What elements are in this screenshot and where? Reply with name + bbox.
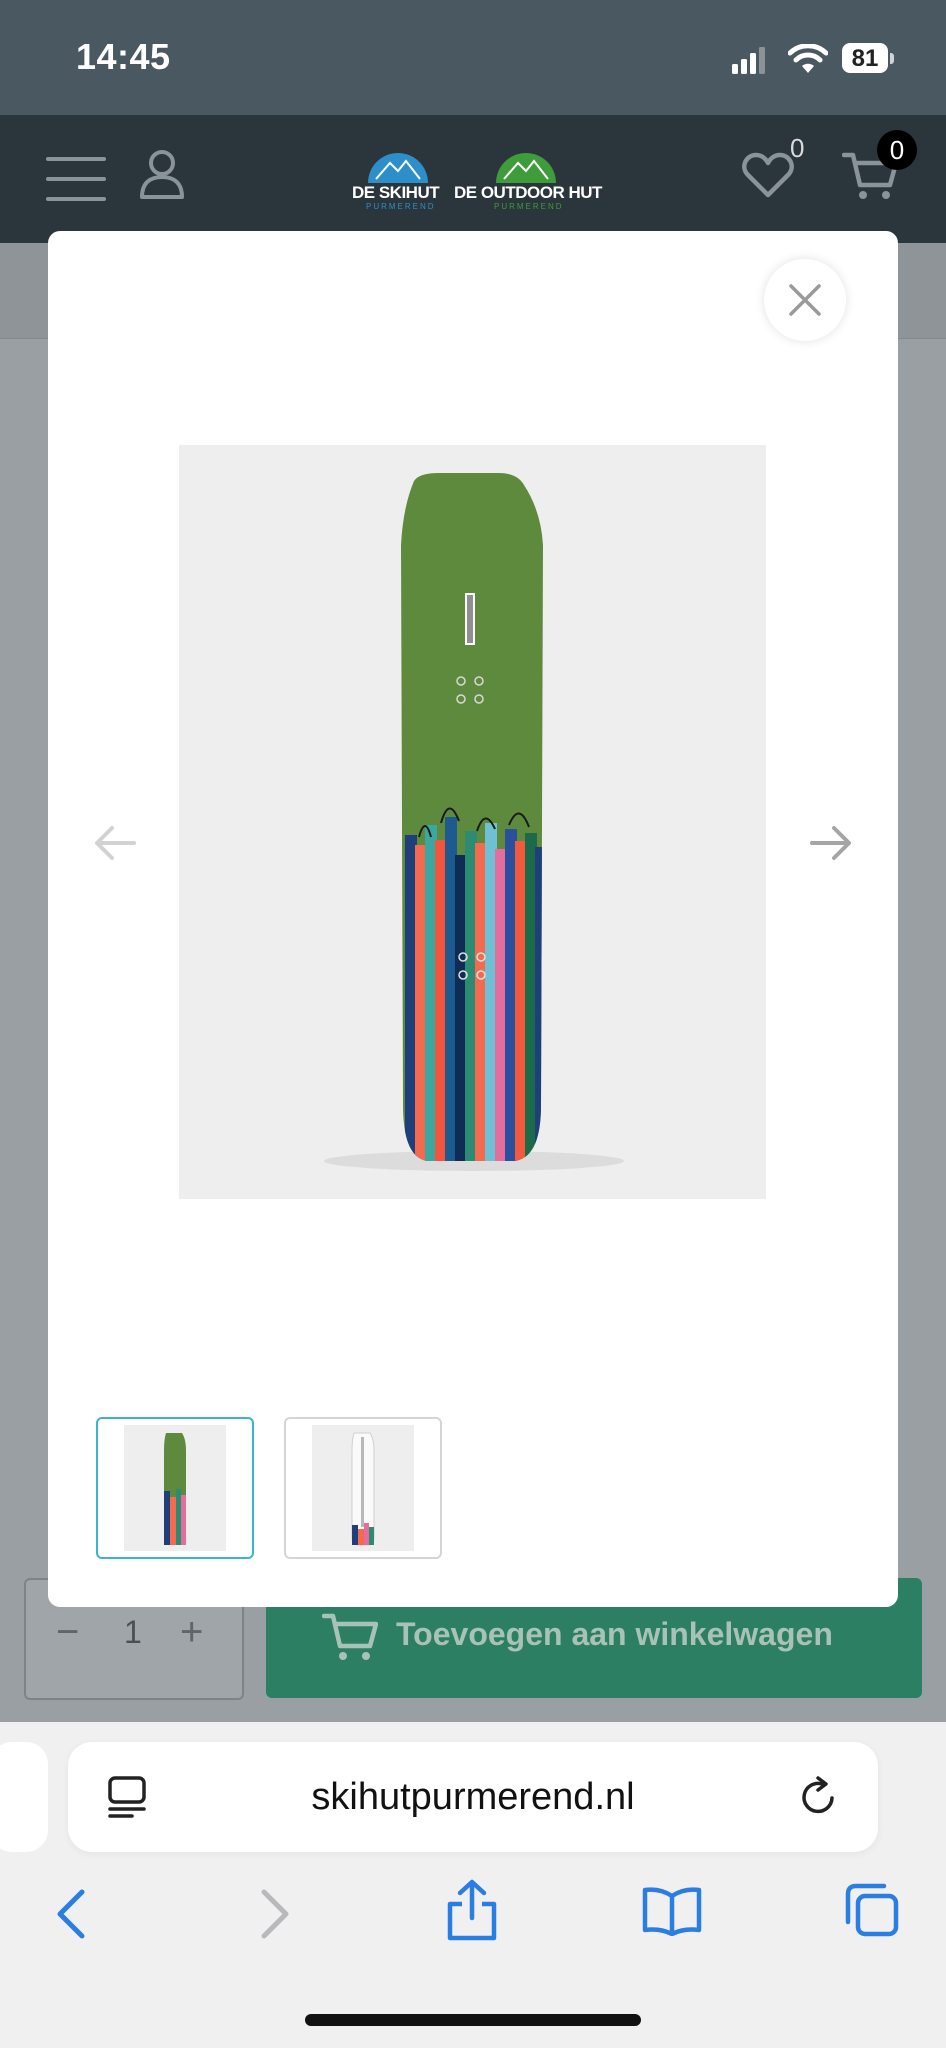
cellular-signal-icon [732, 47, 765, 74]
arrow-left-icon[interactable] [94, 825, 136, 861]
thumbnail-image [164, 1433, 186, 1545]
status-time: 14:45 [76, 36, 171, 77]
quantity-value[interactable]: 1 [124, 1614, 142, 1651]
tabs-icon[interactable] [844, 1882, 900, 1938]
browser-toolbar: skihutpurmerend.nl [0, 1722, 946, 2048]
share-icon[interactable] [446, 1878, 498, 1942]
reload-icon[interactable] [800, 1776, 840, 1818]
logo-de-skihut[interactable]: DE SKIHUT PURMEREND [350, 149, 446, 229]
wifi-icon [788, 44, 828, 73]
logo-skihut-sub: PURMEREND [366, 202, 436, 211]
hamburger-menu-icon[interactable] [46, 155, 106, 203]
previous-tab-peek[interactable] [0, 1742, 48, 1852]
quantity-increase-button[interactable]: + [180, 1610, 203, 1655]
image-lightbox [48, 231, 898, 1607]
logo-outdoor-sub: PURMEREND [494, 202, 564, 211]
add-to-cart-label: Toevoegen aan winkelwagen [396, 1616, 833, 1652]
back-icon[interactable] [54, 1888, 88, 1940]
thumbnail-image [351, 1432, 375, 1546]
status-bar: 14:45 81 [0, 0, 946, 115]
close-button[interactable] [764, 259, 846, 341]
forward-icon [261, 1889, 289, 1939]
snowboard-image [324, 473, 624, 1171]
battery-icon: 81 [842, 43, 896, 75]
user-account-icon[interactable] [138, 149, 186, 199]
home-indicator [305, 2014, 641, 2026]
product-main-image [179, 445, 766, 1199]
quantity-decrease-button[interactable]: − [56, 1610, 79, 1655]
wishlist-count: 0 [790, 133, 805, 163]
cart-icon [322, 1613, 378, 1660]
bookmarks-icon[interactable] [642, 1886, 702, 1936]
logo-de-outdoor-hut[interactable]: DE OUTDOOR HUT PURMEREND [454, 149, 602, 229]
battery-level: 81 [842, 43, 888, 73]
thumbnail-1[interactable] [96, 1417, 254, 1559]
url-text[interactable]: skihutpurmerend.nl [68, 1776, 878, 1819]
cart-count-badge: 0 [877, 130, 917, 170]
address-bar[interactable]: skihutpurmerend.nl [68, 1742, 878, 1852]
logo-outdoor-text: DE OUTDOOR HUT [454, 183, 602, 202]
heart-wishlist-icon[interactable] [742, 151, 794, 199]
close-icon [789, 284, 821, 316]
arrow-right-icon[interactable] [810, 825, 852, 861]
logo-skihut-text: DE SKIHUT [352, 183, 440, 202]
thumbnail-2[interactable] [284, 1417, 442, 1559]
site-header: DE SKIHUT PURMEREND DE OUTDOOR HUT PURME… [0, 115, 946, 243]
